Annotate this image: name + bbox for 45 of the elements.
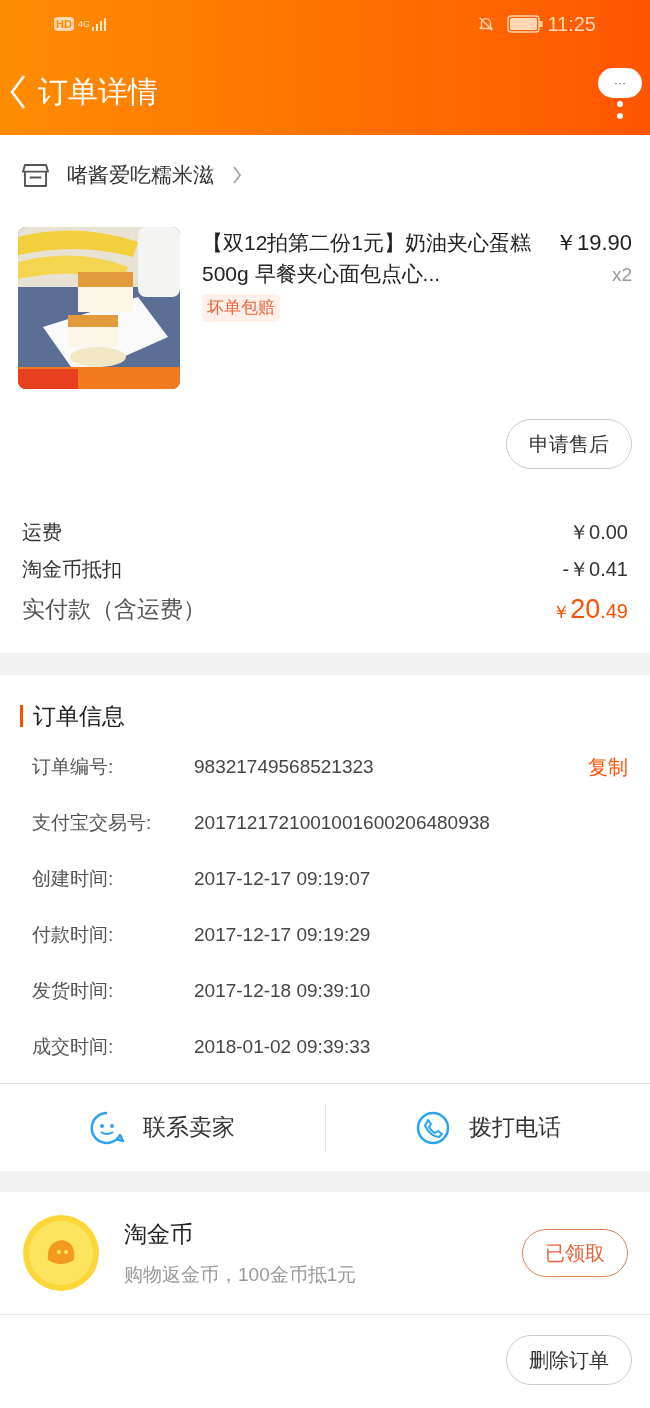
info-value: 2017-12-18 09:39:10 [194, 978, 372, 1003]
delete-order-button[interactable]: 删除订单 [506, 1335, 632, 1385]
network-type: 4G [77, 19, 90, 29]
fee-value: -￥0.41 [562, 556, 628, 582]
after-sale-button[interactable]: 申请售后 [506, 419, 632, 469]
info-value: 98321749568521323 [194, 754, 375, 779]
info-value: 2017121721001001600206480938 [194, 810, 491, 835]
fee-label: 运费 [22, 519, 62, 545]
dots-icon[interactable] [616, 99, 624, 120]
back-icon[interactable] [10, 73, 26, 110]
info-label: 支付宝交易号: [32, 810, 153, 835]
info-value: 2017-12-17 09:19:29 [194, 922, 372, 947]
info-label: 付款时间: [32, 922, 115, 947]
info-label: 成交时间: [32, 1034, 115, 1059]
info-label: 订单编号: [32, 754, 115, 779]
contact-seller-button[interactable]: 联系卖家 [0, 1084, 325, 1171]
status-time: 11:25 [547, 12, 596, 37]
chevron-right-icon[interactable] [232, 165, 242, 185]
signal-icon [90, 17, 107, 31]
guarantee-tag: 坏单包赔 [202, 294, 280, 322]
fee-value: ￥0.00 [569, 519, 628, 545]
phone-icon [414, 1109, 451, 1146]
info-value: 2018-01-02 09:39:33 [194, 1034, 372, 1059]
muted-bell-icon [477, 15, 496, 33]
total-amount: ￥20.49 [552, 592, 628, 626]
coin-subtitle: 购物返金币，100金币抵1元 [124, 1263, 358, 1287]
hd-voice-icon: HD [54, 17, 74, 31]
coin-title: 淘金币 [124, 1219, 194, 1249]
total-label: 实付款（含运费） [22, 594, 206, 624]
more-button[interactable]: ··· [598, 67, 642, 98]
item-title[interactable]: 【双12拍第二份1元】奶油夹心蛋糕500g 早餐夹心面包点心... [202, 227, 543, 289]
page-title: 订单详情 [38, 74, 158, 110]
battery-icon [507, 15, 544, 33]
item-quantity: x2 [611, 263, 632, 287]
info-value: 2017-12-17 09:19:07 [194, 866, 372, 891]
item-price: ￥19.90 [554, 229, 632, 257]
chat-face-icon [89, 1109, 126, 1146]
call-button[interactable]: 拨打电话 [325, 1084, 650, 1171]
info-label: 发货时间: [32, 978, 115, 1003]
section-title: 订单信息 [33, 701, 125, 731]
fee-label: 淘金币抵扣 [22, 556, 122, 582]
shop-icon [22, 162, 49, 188]
shop-name-link[interactable]: 啫酱爱吃糯米滋 [67, 159, 214, 191]
info-label: 创建时间: [32, 866, 115, 891]
coin-icon [22, 1214, 100, 1292]
